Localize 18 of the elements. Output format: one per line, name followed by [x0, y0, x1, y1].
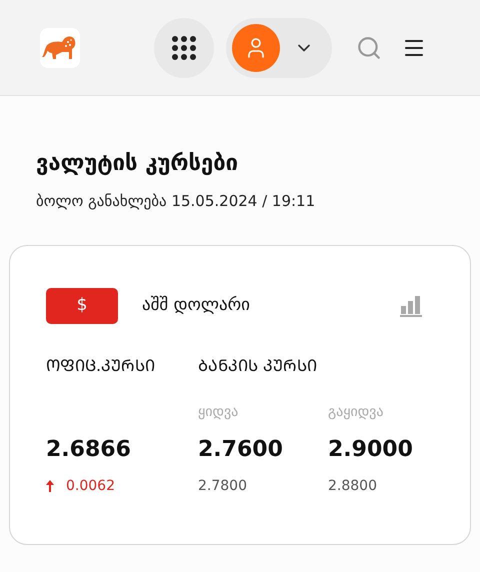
rate-value: 2.6866: [46, 436, 132, 464]
column-heading: ᲑᲐᲜᲙᲘᲡ ᲙᲣᲠᲡᲘ: [198, 354, 318, 376]
grid-icon: [172, 36, 196, 60]
lion-logo[interactable]: [40, 28, 80, 68]
last-updated-text: ბოლო განახლება 15.05.2024 / 19:11: [36, 191, 316, 212]
rate-value: 2.9000: [328, 436, 414, 464]
rate-label: ყიდვა: [198, 402, 240, 422]
rate-change: 0.0062: [66, 476, 115, 496]
bar-chart-icon[interactable]: [400, 294, 422, 316]
currency-name: აშშ დოლარი: [142, 294, 250, 317]
currency-badge: $: [46, 288, 118, 324]
column-heading: ᲝᲤᲘᲪ.ᲙᲣᲠᲡᲘ: [46, 354, 156, 376]
page-title: ვალუტის კურსები: [36, 150, 240, 178]
previous-rate: 2.8800: [328, 476, 378, 496]
previous-rate: 2.7800: [198, 476, 248, 496]
rate-label: გაყიდვა: [328, 402, 384, 422]
search-icon[interactable]: [356, 34, 382, 60]
rate-value: 2.7600: [198, 436, 284, 464]
